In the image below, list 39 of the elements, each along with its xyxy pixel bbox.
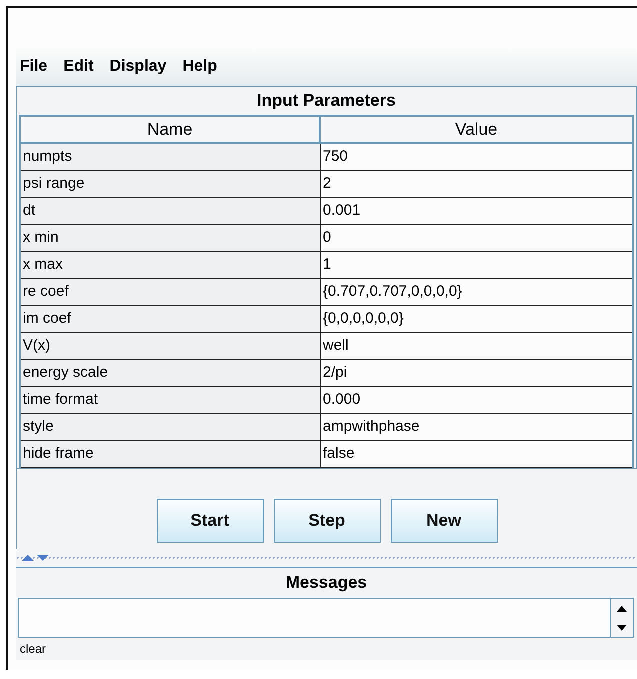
- panel-title: Messages: [284, 572, 368, 594]
- parameter-value-cell[interactable]: 0.000: [321, 387, 632, 414]
- parameter-value-cell[interactable]: 1: [321, 252, 632, 279]
- parameter-name-cell: time format: [21, 387, 321, 414]
- up-arrow-icon[interactable]: [617, 606, 627, 612]
- parameter-value-cell[interactable]: ampwithphase: [321, 414, 632, 441]
- parameter-value-cell[interactable]: well: [321, 333, 632, 360]
- parameter-value-cell[interactable]: 2: [321, 171, 632, 198]
- menu-item[interactable]: Display: [110, 58, 167, 76]
- parameter-name-cell: style: [21, 414, 321, 441]
- message-field[interactable]: [18, 598, 634, 638]
- parameter-value-cell[interactable]: false: [321, 441, 632, 468]
- down-arrow-icon[interactable]: [617, 624, 627, 630]
- parameter-value-cell[interactable]: {0.707,0.707,0,0,0,0}: [321, 279, 632, 306]
- column-header[interactable]: Name: [21, 117, 321, 144]
- parameter-name-cell: numpts: [21, 144, 321, 171]
- parameter-name-cell: energy scale: [21, 360, 321, 387]
- parameter-name-cell: dt: [21, 198, 321, 225]
- clear-link[interactable]: clear: [16, 638, 50, 660]
- menu-item[interactable]: Help: [182, 58, 218, 76]
- parameter-value-cell[interactable]: 0: [321, 225, 632, 252]
- parameter-value-cell[interactable]: {0,0,0,0,0,0}: [321, 306, 632, 333]
- action-button[interactable]: New: [390, 499, 498, 543]
- parameter-value-cell[interactable]: 2/pi: [321, 360, 632, 387]
- action-button[interactable]: Step: [274, 499, 380, 543]
- panel-title: Input Parameters: [256, 90, 397, 112]
- parameter-name-cell: V(x): [21, 333, 321, 360]
- spinner[interactable]: [610, 599, 633, 637]
- parameter-name-cell: im coef: [21, 306, 321, 333]
- parameter-value-cell[interactable]: 0.001: [321, 198, 632, 225]
- parameter-name-cell: x min: [21, 225, 321, 252]
- menu-item[interactable]: File: [20, 58, 48, 76]
- parameter-name-cell: psi range: [21, 171, 321, 198]
- parameter-name-cell: hide frame: [21, 441, 321, 468]
- parameter-name-cell: x max: [21, 252, 321, 279]
- parameter-name-cell: re coef: [21, 279, 321, 306]
- parameter-value-cell[interactable]: 750: [321, 144, 632, 171]
- action-button[interactable]: Start: [156, 499, 264, 543]
- menu-item[interactable]: Edit: [64, 58, 94, 76]
